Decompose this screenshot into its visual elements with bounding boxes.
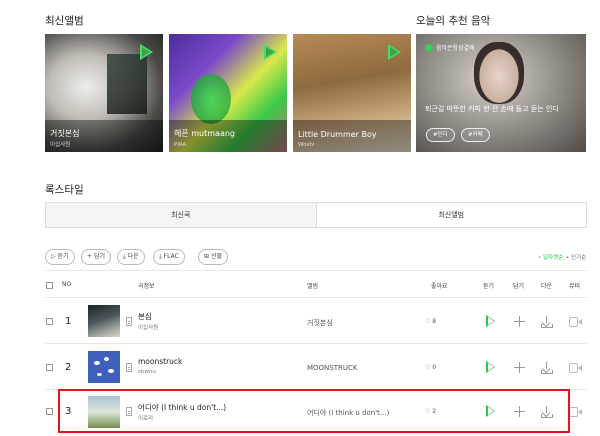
play-icon[interactable]: [486, 315, 495, 327]
song-artist[interactable]: 이십사원: [138, 323, 158, 331]
album-artist: PIRA: [174, 142, 187, 148]
download-icon[interactable]: [541, 316, 553, 328]
recommend-text: 퇴근길 따뜻한 커피 한 잔 손에 들고 듣는 인디: [425, 105, 559, 113]
add-icon[interactable]: [514, 362, 525, 373]
album-title: Little Drummer Boy: [298, 130, 377, 139]
recommend-title: 오늘의 추천 음악: [416, 15, 491, 27]
album-title: 헤픈 mutmaang: [174, 129, 236, 138]
play-icon[interactable]: [264, 44, 277, 60]
row-checkbox[interactable]: [46, 408, 53, 415]
song-artist[interactable]: shwnu: [138, 369, 156, 375]
header-add: 담기: [513, 283, 525, 290]
header-mv: 뮤비: [569, 283, 581, 290]
sort-name[interactable]: • 인기순: [566, 253, 586, 261]
plus-icon: +: [87, 253, 93, 260]
download-icon[interactable]: [541, 362, 553, 374]
header-likes: 좋아요: [431, 283, 448, 290]
mv-icon[interactable]: [569, 407, 582, 417]
rockstyle-title: 록스타일: [45, 184, 84, 196]
play-icon[interactable]: [486, 361, 495, 373]
header-no: NO: [62, 281, 72, 288]
header-album: 앨범: [307, 283, 319, 290]
song-thumbnail[interactable]: [88, 305, 120, 337]
recommend-logo-text: 음악은항상곁에: [436, 45, 475, 52]
download-icon: ⤓: [159, 253, 162, 260]
flac-button[interactable]: ⤓ FLAC: [153, 249, 185, 265]
tab-bar: 최신곡 최신앨범: [45, 202, 587, 228]
header-download: 다운: [541, 283, 553, 290]
play-icon[interactable]: [140, 44, 153, 60]
recommend-image: [474, 42, 524, 104]
album-title: 거짓본심: [50, 129, 80, 138]
gift-icon: ⊞: [204, 253, 210, 260]
header-listen: 듣기: [483, 283, 495, 290]
tab-latest-songs[interactable]: 최신곡: [46, 203, 317, 227]
song-album[interactable]: 거짓본심: [307, 318, 333, 328]
lyrics-icon[interactable]: [126, 317, 132, 326]
rank: 1: [65, 316, 72, 327]
add-button[interactable]: + 담기: [81, 249, 112, 265]
lyrics-icon[interactable]: [126, 363, 132, 372]
tab-latest-albums[interactable]: 최신앨범: [317, 203, 587, 227]
recommend-tag[interactable]: #카페: [461, 128, 490, 142]
play-icon[interactable]: [388, 44, 401, 60]
song-title[interactable]: moonstruck: [138, 357, 182, 366]
rank: 2: [65, 362, 72, 373]
song-thumbnail[interactable]: [88, 351, 120, 383]
header-song-info: 곡정보: [138, 283, 155, 290]
album-artist: 이십사원: [50, 142, 71, 148]
mv-icon[interactable]: [569, 363, 582, 373]
like-count[interactable]: ♡ 0: [425, 364, 436, 371]
album-card[interactable]: 헤픈 mutmaang PIRA: [169, 34, 287, 152]
download-icon: ⤓: [123, 253, 126, 260]
listen-button[interactable]: ▷ 듣기: [45, 249, 75, 265]
album-artist: Woshi: [298, 142, 315, 148]
song-title[interactable]: 본심: [138, 311, 152, 322]
album-card[interactable]: Little Drummer Boy Woshi: [293, 34, 411, 152]
sort-popular[interactable]: • 밀마켓순: [538, 253, 563, 261]
album-card[interactable]: 거짓본심 이십사원: [45, 34, 163, 152]
row-checkbox[interactable]: [46, 364, 53, 371]
download-button[interactable]: ⤓ 다운: [117, 249, 145, 265]
select-all-checkbox[interactable]: [46, 282, 53, 289]
highlight-box: [58, 389, 570, 433]
add-icon[interactable]: [514, 316, 525, 327]
play-outline-icon: ▷: [51, 253, 56, 260]
mv-icon[interactable]: [569, 317, 582, 327]
recommend-tag[interactable]: #인디: [426, 128, 455, 142]
recommend-card[interactable]: 음악은항상곁에 퇴근길 따뜻한 커피 한 잔 손에 들고 듣는 인디 #인디 #…: [416, 34, 586, 152]
gift-button[interactable]: ⊞ 선물: [198, 249, 229, 265]
song-album[interactable]: MOONSTRUCK: [307, 364, 357, 372]
latest-albums-title: 최신앨범: [45, 15, 84, 27]
row-checkbox[interactable]: [46, 318, 53, 325]
like-count[interactable]: ♡ 8: [425, 318, 436, 325]
melon-logo-icon: [425, 43, 433, 52]
